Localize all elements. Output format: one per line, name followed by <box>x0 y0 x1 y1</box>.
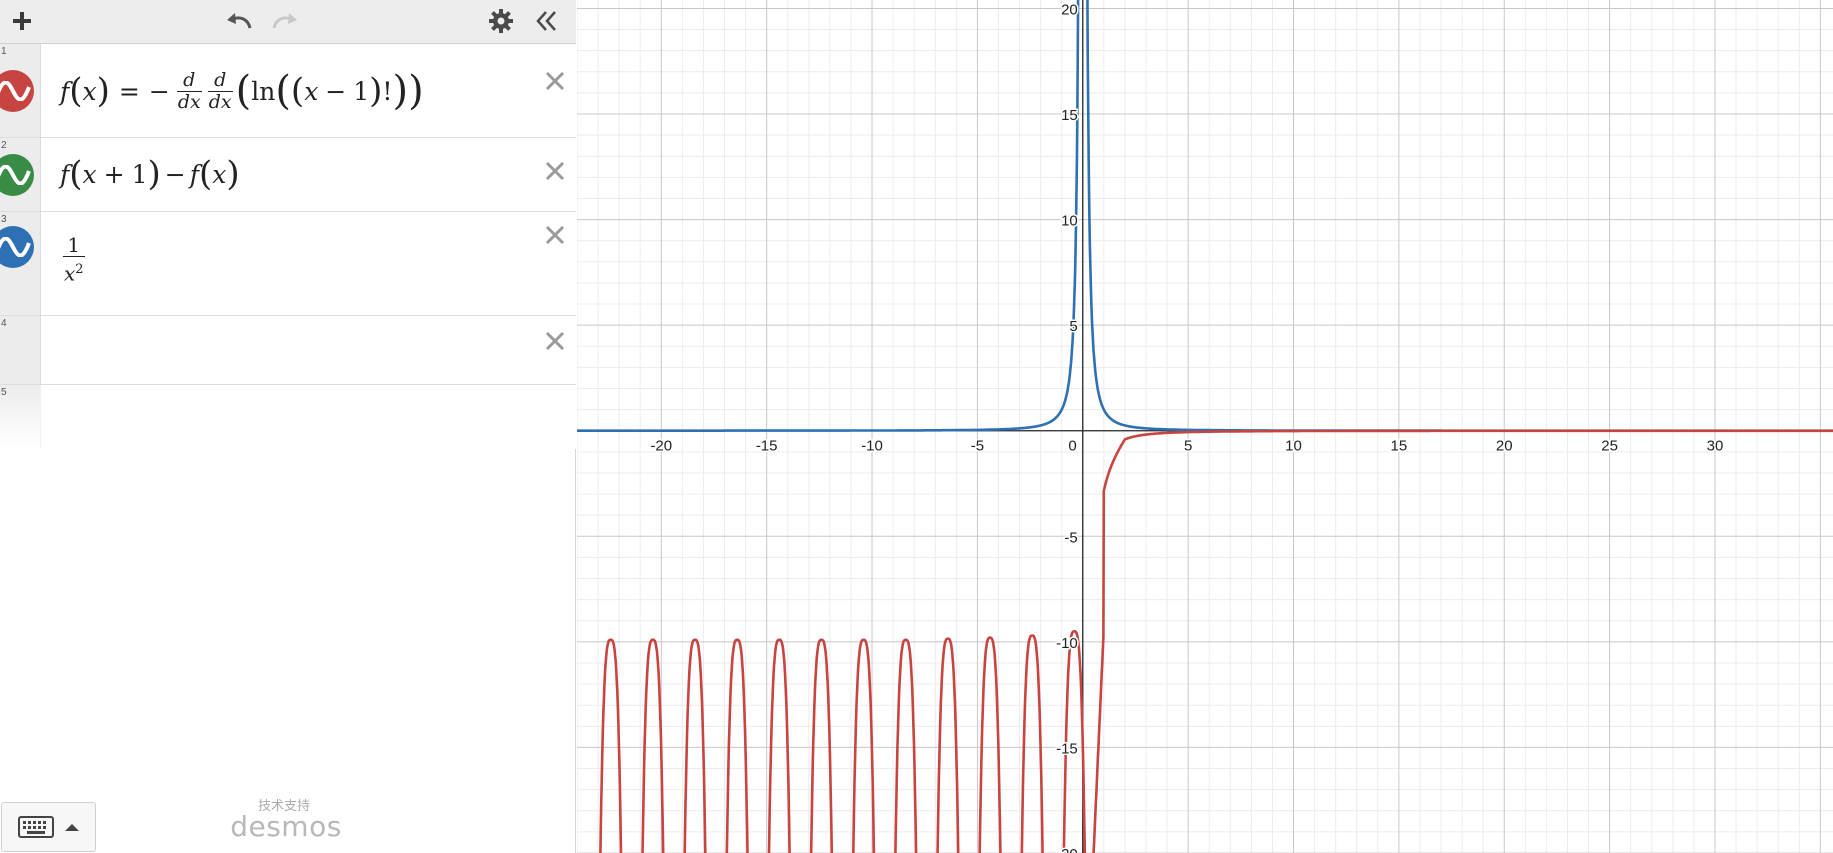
delete-expression-button[interactable] <box>540 156 570 186</box>
series-line <box>1086 0 1833 432</box>
undo-button[interactable] <box>222 6 256 36</box>
expression-row[interactable]: 2 f ( x + 1 ) − f ( x ) <box>0 138 576 212</box>
x-tick-label: -10 <box>861 438 883 455</box>
expression-input[interactable]: 1 x2 <box>60 230 88 290</box>
x-tick-label: 25 <box>1601 438 1618 455</box>
expression-panel: 1 f (x) = − d dx d dx ( ln ((x − 1) ! … <box>0 0 576 853</box>
y-tick-label: 15 <box>1061 107 1078 124</box>
math-symbol: x2 <box>63 256 85 285</box>
expression-row[interactable]: 1 f (x) = − d dx d dx ( ln ((x − 1) ! … <box>0 44 576 138</box>
math-symbol: + <box>103 159 125 189</box>
x-tick-label: 0 <box>1068 438 1076 455</box>
expression-input[interactable]: f (x) = − d dx d dx ( ln (( x − 1 ) !) … <box>60 61 424 121</box>
math-symbol: x <box>82 76 97 106</box>
close-icon <box>545 161 565 181</box>
expression-index: 2 <box>1 140 7 151</box>
math-symbol: 2 <box>75 262 84 278</box>
y-tick-label: 10 <box>1061 213 1078 230</box>
math-symbol: − <box>325 76 347 106</box>
y-tick-label: 5 <box>1069 318 1077 335</box>
expression-row[interactable]: 4 <box>0 316 576 385</box>
expression-index: 3 <box>1 214 7 225</box>
math-symbol: d <box>214 68 227 91</box>
delete-expression-button[interactable] <box>540 220 570 250</box>
collapse-panel-button[interactable] <box>530 6 564 36</box>
y-tick-label: -15 <box>1056 740 1078 757</box>
math-symbol: 1 <box>131 159 148 189</box>
add-expression-button[interactable] <box>7 6 37 36</box>
math-symbol: 1 <box>67 233 81 258</box>
delete-expression-button[interactable] <box>540 66 570 96</box>
derivative-fraction: d dx <box>176 68 202 113</box>
redo-button[interactable] <box>268 6 302 36</box>
x-tick-label: 10 <box>1285 438 1302 455</box>
expression-input[interactable]: f ( x + 1 ) − f ( x ) <box>60 152 240 196</box>
math-symbol: f <box>60 76 70 106</box>
plus-icon <box>13 12 31 30</box>
redo-icon <box>272 13 297 29</box>
close-icon <box>545 71 565 91</box>
keyboard-icon <box>18 816 54 838</box>
math-symbol: ! <box>382 76 393 106</box>
math-symbol: x <box>82 159 97 189</box>
expression-gutter: 5 <box>0 385 41 449</box>
math-symbol: dx <box>207 90 233 113</box>
gear-icon <box>489 9 513 33</box>
math-symbol: − <box>148 76 170 106</box>
math-symbol: f <box>60 159 70 189</box>
y-tick-label: -5 <box>1064 529 1077 546</box>
expression-index: 5 <box>1 387 7 398</box>
derivative-fraction: d dx <box>207 68 233 113</box>
delete-expression-button[interactable] <box>540 326 570 356</box>
close-icon <box>545 331 565 351</box>
graph-paper[interactable]: -20 -15 -10 -5 0 5 10 15 20 25 30 20 15 10 5 -5 -10 -15 -2… <box>577 0 1833 853</box>
expression-gutter: 4 <box>0 316 41 384</box>
close-icon <box>545 225 565 245</box>
math-symbol: x <box>212 159 227 189</box>
x-tick-label: 15 <box>1391 438 1408 455</box>
graph-canvas[interactable]: -20 -15 -10 -5 0 5 10 15 20 25 30 20 15 10 5 -5 -10 -15 -2… <box>577 0 1833 853</box>
x-tick-label: 30 <box>1707 438 1724 455</box>
settings-button[interactable] <box>485 6 517 36</box>
keyboard-toggle-button[interactable] <box>1 802 96 852</box>
x-tick-label: 5 <box>1184 438 1192 455</box>
double-chevron-left-icon <box>536 11 556 31</box>
expression-index: 1 <box>1 46 7 57</box>
math-symbol: x <box>304 76 319 106</box>
expression-list: 1 f (x) = − d dx d dx ( ln ((x − 1) ! … <box>0 44 576 449</box>
math-symbol: − <box>164 159 186 189</box>
x-tick-label: -5 <box>971 438 984 455</box>
math-symbol: ln <box>251 76 276 106</box>
expression-row[interactable]: 3 1 x2 <box>0 212 576 316</box>
fraction: 1 x2 <box>63 235 85 285</box>
math-symbol: = <box>118 76 140 106</box>
math-symbol: x <box>64 261 76 286</box>
y-tick-label: -10 <box>1056 635 1078 652</box>
expression-index: 4 <box>1 318 7 329</box>
math-symbol: dx <box>176 90 202 113</box>
y-tick-label: -20 <box>1056 846 1078 853</box>
x-tick-label: -20 <box>650 438 672 455</box>
x-tick-label: -15 <box>756 438 778 455</box>
desmos-logo[interactable]: desmos <box>230 812 342 842</box>
y-tick-label: 20 <box>1061 1 1078 18</box>
undo-icon <box>227 13 252 29</box>
caret-up-icon <box>65 824 79 831</box>
expression-row[interactable]: 5 <box>0 385 576 449</box>
series-line <box>577 0 1080 432</box>
math-symbol: f <box>189 159 199 189</box>
math-symbol: d <box>183 68 196 91</box>
x-tick-label: 20 <box>1496 438 1513 455</box>
math-symbol: 1 <box>353 76 370 106</box>
expression-toolbar <box>0 0 576 44</box>
